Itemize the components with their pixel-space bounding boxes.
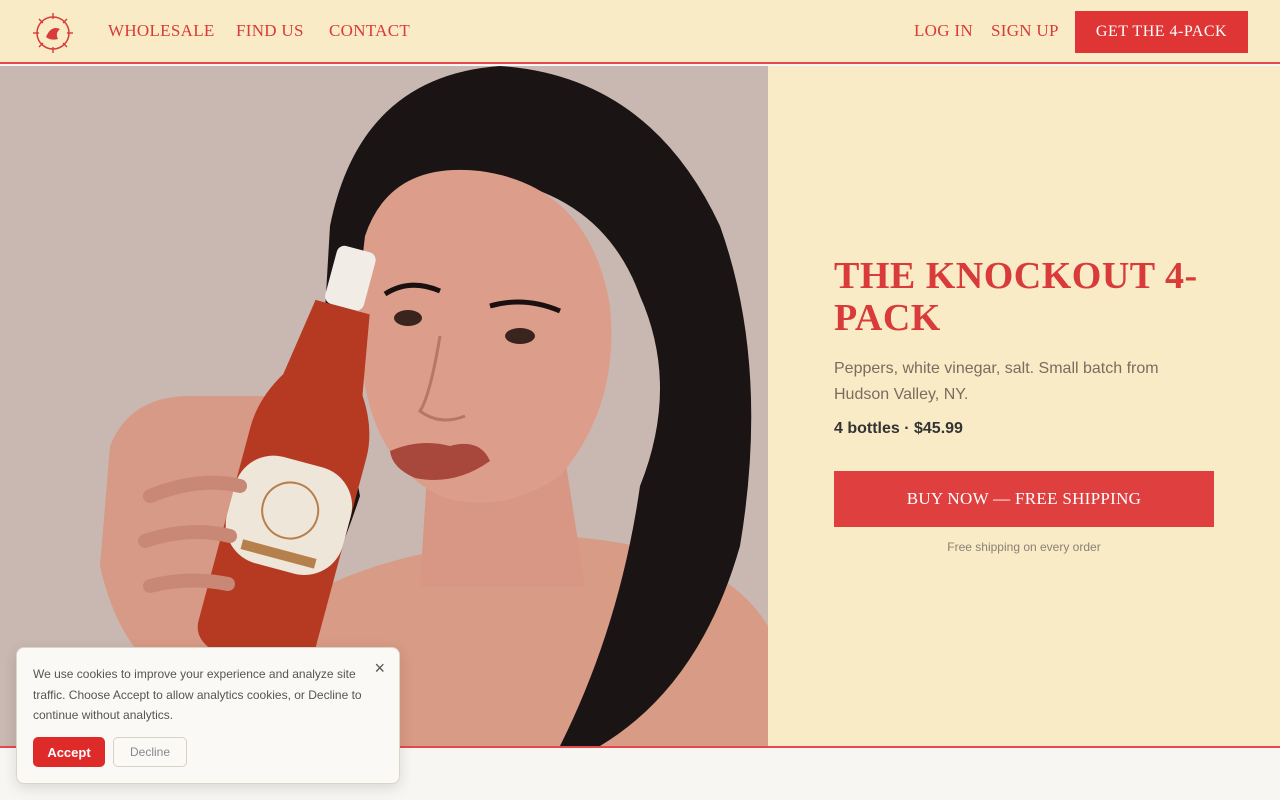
cookie-banner: We use cookies to improve your experienc…: [16, 647, 400, 784]
hero-image: [0, 66, 768, 746]
buy-now-button[interactable]: BUY NOW — FREE SHIPPING: [834, 471, 1214, 527]
close-icon[interactable]: ×: [374, 658, 385, 679]
nav-wholesale[interactable]: WHOLESALE: [108, 21, 215, 41]
login-link[interactable]: LOG IN: [914, 21, 973, 41]
brand-logo[interactable]: [30, 10, 76, 56]
cookie-message: We use cookies to improve your experienc…: [33, 667, 362, 722]
site-header: WHOLESALE FIND US CONTACT LOG IN SIGN UP…: [0, 0, 1280, 64]
product-description: Peppers, white vinegar, salt. Small batc…: [834, 360, 1159, 403]
product-title: THE KNOCKOUT 4-PACK: [834, 255, 1198, 339]
decline-cookies-button[interactable]: Decline: [113, 737, 187, 767]
get-4-pack-button[interactable]: GET THE 4-PACK: [1075, 11, 1248, 53]
shipping-note: Free shipping on every order: [947, 540, 1101, 554]
woman-with-hot-sauce-image: [0, 66, 768, 746]
signup-link[interactable]: SIGN UP: [991, 21, 1059, 41]
logo-sun-icon: [33, 13, 73, 53]
product-price: 4 bottles · $45.99: [834, 420, 963, 437]
nav-contact[interactable]: CONTACT: [329, 21, 410, 41]
accept-cookies-button[interactable]: Accept: [33, 737, 105, 767]
nav-find-us[interactable]: FIND US: [236, 21, 304, 41]
